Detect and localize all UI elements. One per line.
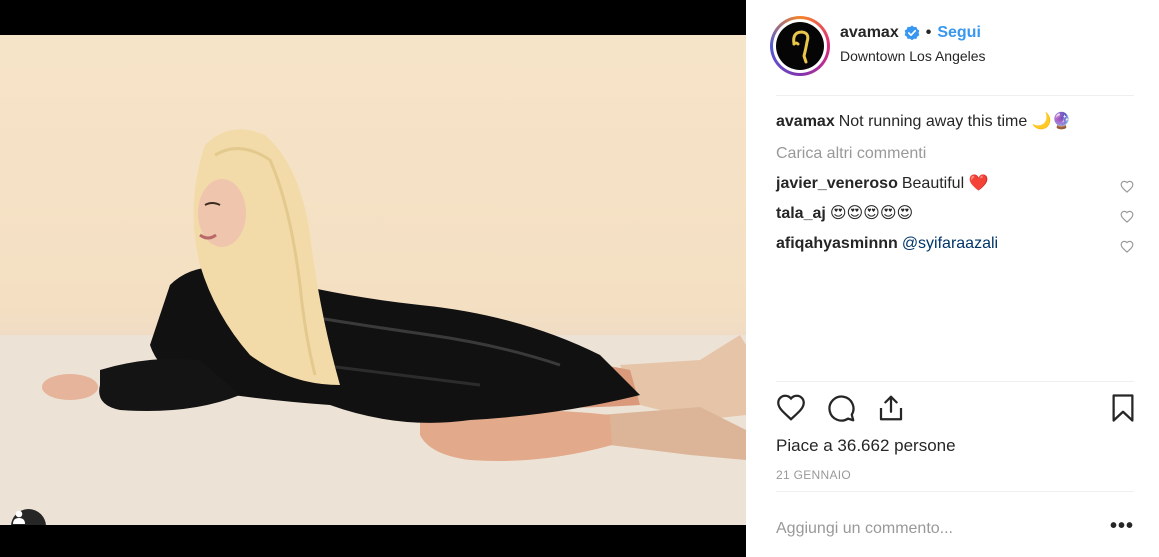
user-icon bbox=[13, 510, 25, 524]
post-photo[interactable] bbox=[0, 35, 746, 525]
verified-badge-icon bbox=[904, 25, 920, 41]
comment-username[interactable]: tala_aj bbox=[776, 205, 826, 222]
post-media[interactable] bbox=[0, 0, 746, 557]
caption-text: Not running away this time 🌙🔮 bbox=[838, 113, 1072, 130]
comment-like-icon[interactable] bbox=[1120, 238, 1134, 260]
likes-count[interactable]: Piace a 36.662 persone bbox=[776, 436, 956, 456]
heart-icon bbox=[777, 394, 805, 421]
comment-button[interactable] bbox=[826, 393, 856, 428]
comment-bubble-icon bbox=[828, 395, 855, 422]
comments-list: avamax Not running away this time 🌙🔮 Cari… bbox=[776, 111, 1134, 263]
load-more-comments-button[interactable]: Carica altri commenti bbox=[776, 141, 1134, 173]
share-icon bbox=[879, 395, 903, 421]
comment-text: Beautiful ❤️ bbox=[901, 175, 989, 192]
post-date[interactable]: 21 GENNAIO bbox=[776, 468, 851, 482]
post-actions-bar bbox=[776, 393, 1136, 433]
caption-username[interactable]: avamax bbox=[776, 113, 835, 130]
separator-dot: • bbox=[925, 24, 932, 41]
follow-button[interactable]: Segui bbox=[937, 24, 981, 42]
avatar[interactable] bbox=[770, 16, 830, 76]
comment-username[interactable]: javier_veneroso bbox=[776, 175, 898, 192]
avatar-logo-icon bbox=[792, 30, 810, 64]
comment-text: 😍😍😍😍😍 bbox=[829, 205, 914, 222]
comment-item: javier_veneroso Beautiful ❤️ bbox=[776, 173, 1134, 203]
comment-username[interactable]: afiqahyasminnn bbox=[776, 235, 898, 252]
divider bbox=[776, 95, 1134, 96]
save-button[interactable] bbox=[1108, 393, 1138, 428]
post-details-panel: avamax • Segui Downtown Los Angeles avam… bbox=[746, 0, 1159, 557]
divider bbox=[776, 381, 1134, 382]
more-options-button[interactable]: ••• bbox=[1110, 516, 1134, 536]
username-link[interactable]: avamax bbox=[840, 24, 899, 42]
like-button[interactable] bbox=[776, 393, 806, 428]
caption: avamax Not running away this time 🌙🔮 bbox=[776, 111, 1134, 141]
add-comment-input[interactable] bbox=[776, 518, 1106, 540]
comment-item: afiqahyasminnn @syifaraazali bbox=[776, 233, 1134, 263]
post-header: avamax • Segui Downtown Los Angeles bbox=[746, 0, 1159, 96]
bookmark-icon bbox=[1112, 394, 1134, 422]
location-link[interactable]: Downtown Los Angeles bbox=[840, 48, 986, 64]
comment-like-icon[interactable] bbox=[1120, 178, 1134, 200]
comment-like-icon[interactable] bbox=[1120, 208, 1134, 230]
comment-mention-link[interactable]: @syifaraazali bbox=[902, 235, 998, 252]
comment-item: tala_aj 😍😍😍😍😍 bbox=[776, 203, 1134, 233]
photo-illustration bbox=[0, 129, 746, 525]
share-button[interactable] bbox=[876, 393, 906, 428]
divider bbox=[776, 491, 1134, 492]
